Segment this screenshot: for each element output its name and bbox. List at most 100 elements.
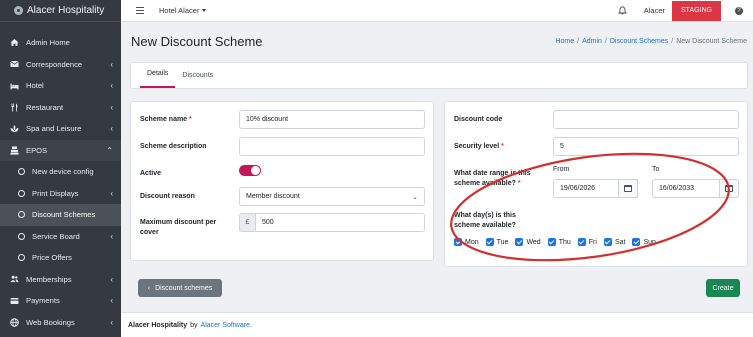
active-toggle[interactable]	[239, 165, 261, 176]
security-level-label: Security level *	[454, 143, 504, 150]
chevron-left-icon: ‹	[110, 296, 113, 306]
day-checkbox-sun[interactable]: Sun	[632, 238, 656, 246]
chevron-left-icon: ‹	[110, 188, 113, 198]
envelope-icon	[10, 60, 19, 69]
circle-icon	[18, 168, 25, 176]
circle-icon	[18, 189, 25, 197]
chevron-left-icon: ‹	[110, 231, 113, 241]
day-checkbox-thu[interactable]: Thu	[547, 238, 571, 246]
circle-icon	[18, 232, 25, 240]
scheme-name-input[interactable]: 10% discount	[239, 110, 425, 129]
footer-company: Alacer Hospitality	[128, 321, 188, 329]
tab-details[interactable]: Details	[140, 70, 176, 88]
topbar-right: Alacer STAGING ?	[617, 0, 753, 21]
checkbox-checked-icon	[454, 238, 462, 246]
to-date-input[interactable]: 16/06/2033	[652, 179, 727, 198]
main-content: New Discount Scheme Home / Admin / Disco…	[121, 22, 753, 337]
chevron-left-icon: ‹	[110, 102, 113, 112]
chevron-left-icon: ‹	[110, 124, 113, 134]
brand-name: Alacer Hospitality	[27, 5, 105, 16]
day-checkbox-tue[interactable]: Tue	[485, 238, 508, 246]
active-label: Active	[140, 170, 162, 177]
sidebar-item-label: Payments	[26, 296, 60, 306]
sidebar-item-hotel[interactable]: Hotel ‹	[0, 75, 121, 97]
circle-icon	[18, 211, 25, 219]
sidebar-item-label: Admin Home	[26, 38, 70, 48]
day-checkbox-wed[interactable]: Wed	[515, 238, 541, 246]
calendar-icon	[725, 185, 733, 192]
day-checkbox-mon[interactable]: Mon	[454, 238, 479, 246]
sidebar-item-label: EPOS	[26, 145, 48, 155]
bell-icon[interactable]	[617, 6, 627, 15]
sidebar-item-memberships[interactable]: Memberships ‹	[0, 269, 121, 291]
chevron-left-icon: ‹	[110, 317, 113, 327]
chevron-up-icon: ⌃	[106, 145, 113, 155]
breadcrumb-separator: /	[671, 38, 674, 45]
from-calendar-button[interactable]	[618, 179, 638, 198]
sidebar-item-correspondence[interactable]: Correspondence ‹	[0, 54, 121, 76]
user-menu[interactable]: Alacer	[644, 6, 665, 15]
breadcrumb-current: New Discount Scheme	[676, 38, 747, 45]
breadcrumb-discount-schemes[interactable]: Discount Schemes	[610, 38, 668, 45]
discount-reason-value: Member discount	[246, 193, 300, 200]
breadcrumb-home[interactable]: Home	[555, 38, 574, 45]
discount-code-input[interactable]	[553, 110, 739, 129]
hotel-selector-label: Hotel Alacer	[159, 6, 200, 15]
discount-reason-label: Discount reason	[140, 193, 195, 200]
sidebar-item-restaurant[interactable]: Restaurant ‹	[0, 97, 121, 119]
breadcrumb-admin[interactable]: Admin	[582, 38, 602, 45]
chevron-left-icon: ‹	[110, 81, 113, 91]
scheme-name-label: Scheme name *	[140, 116, 192, 123]
sidebar-item-label: Web Bookings	[26, 317, 75, 327]
date-range-label: What date range is this scheme available…	[454, 170, 531, 187]
sidebar-item-admin-home[interactable]: Admin Home	[0, 32, 121, 54]
scheme-description-label: Scheme description	[140, 143, 207, 150]
breadcrumb-separator: /	[577, 38, 580, 45]
back-button-label: Discount schemes	[155, 284, 213, 292]
sidebar-item-label: Memberships	[26, 274, 72, 284]
day-checkbox-sat[interactable]: Sat	[603, 238, 625, 246]
sidebar-subitem-price-offers[interactable]: Price Offers	[0, 247, 121, 269]
brand[interactable]: Alacer Hospitality	[0, 0, 121, 22]
users-icon	[10, 275, 19, 284]
utensils-icon	[10, 103, 19, 112]
day-checkbox-fri[interactable]: Fri	[577, 238, 597, 246]
checkbox-checked-icon	[485, 238, 494, 246]
menu-toggle-icon[interactable]	[136, 7, 144, 14]
max-discount-input[interactable]: 500	[255, 213, 425, 232]
footer: Alacer Hospitality by Alacer Software.	[121, 312, 753, 337]
environment-badge: STAGING	[672, 0, 721, 21]
dashboard-icon	[10, 38, 19, 47]
spa-icon	[10, 124, 19, 133]
bed-icon	[10, 81, 19, 90]
sidebar-subitem-print-displays[interactable]: Print Displays ‹	[0, 183, 121, 205]
sidebar-subitem-service-board[interactable]: Service Board ‹	[0, 226, 121, 248]
sidebar-item-web-bookings[interactable]: Web Bookings ‹	[0, 312, 121, 334]
breadcrumb-separator: /	[604, 38, 607, 45]
tab-discounts[interactable]: Discounts	[175, 72, 220, 88]
discount-reason-select[interactable]: Member discount ⌄	[239, 187, 425, 206]
create-button[interactable]: Create	[706, 279, 740, 297]
help-icon[interactable]: ?	[735, 6, 743, 15]
sidebar-subitem-discount-schemes[interactable]: Discount Schemes	[0, 204, 121, 226]
chevron-left-icon: ‹	[147, 284, 151, 292]
sidebar-item-payments[interactable]: Payments ‹	[0, 290, 121, 312]
page-title: New Discount Scheme	[131, 34, 263, 49]
footer-by: by	[190, 321, 198, 329]
chevron-left-icon: ‹	[110, 59, 113, 69]
calendar-icon	[624, 185, 632, 192]
scheme-details-card: Scheme name * 10% discount Scheme descri…	[130, 101, 434, 261]
sidebar-item-label: New device config	[32, 167, 94, 177]
sidebar-item-epos[interactable]: EPOS ⌃	[0, 139, 121, 161]
from-label: From	[553, 166, 570, 173]
scheme-description-input[interactable]	[239, 137, 425, 156]
security-level-input[interactable]: 5	[553, 137, 739, 156]
sidebar-subitem-new-device-config[interactable]: New device config	[0, 161, 121, 183]
hotel-selector[interactable]: Hotel Alacer	[159, 6, 207, 15]
footer-vendor-link[interactable]: Alacer Software.	[201, 322, 252, 329]
brand-logo-icon	[14, 6, 23, 15]
sidebar: Alacer Hospitality Admin Home Correspond…	[0, 0, 121, 337]
back-to-discount-schemes-button[interactable]: ‹ Discount schemes	[138, 279, 222, 297]
sidebar-item-spa[interactable]: Spa and Leisure ‹	[0, 118, 121, 140]
to-calendar-button[interactable]	[719, 179, 739, 198]
